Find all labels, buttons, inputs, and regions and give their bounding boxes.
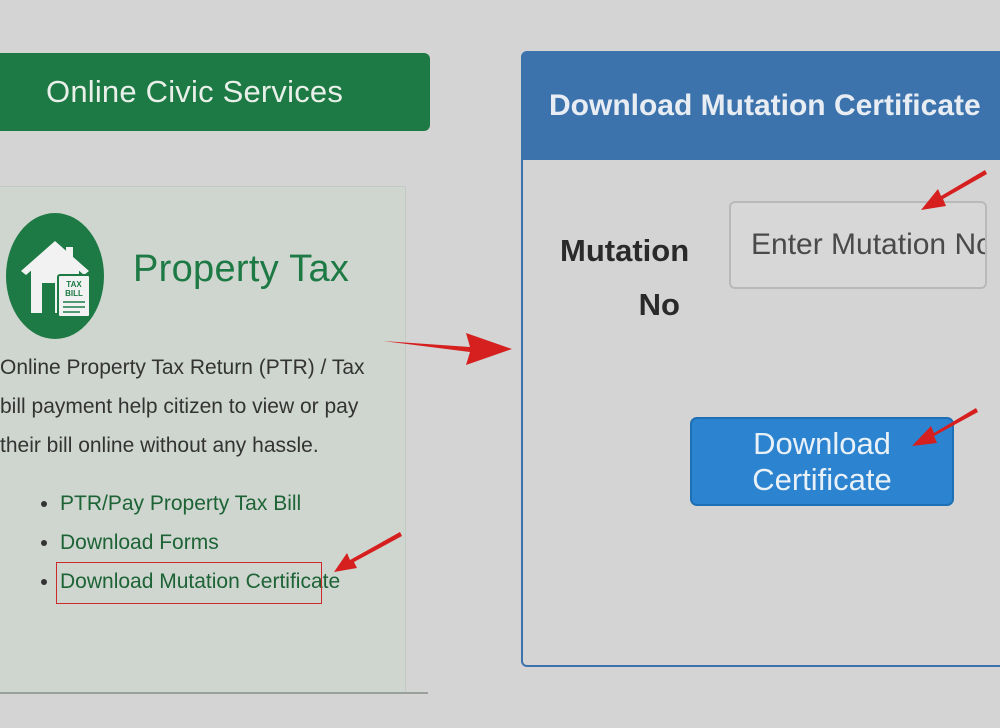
panel-title: Download Mutation Certificate [549,89,981,122]
property-tax-badge: TAX BILL [6,213,104,339]
svg-text:BILL: BILL [65,289,83,298]
mutation-no-input[interactable] [729,201,987,289]
online-civic-services-banner: Online Civic Services [0,53,430,131]
property-tax-description: Online Property Tax Return (PTR) / Tax b… [0,356,365,457]
download-certificate-button[interactable]: Download Certificate [690,417,954,506]
card-divider [0,692,428,694]
panel-header: Download Mutation Certificate [522,52,1000,160]
house-tax-icon: TAX BILL [21,241,91,318]
link-pay-property-tax[interactable]: PTR/Pay Property Tax Bill [60,492,301,515]
property-tax-title: Property Tax [133,248,350,290]
list-item: PTR/Pay Property Tax Bill [60,484,340,523]
highlight-box [56,562,322,604]
svg-text:TAX: TAX [66,280,82,289]
list-item: Download Forms [60,523,340,562]
banner-title: Online Civic Services [46,74,344,109]
link-download-forms[interactable]: Download Forms [60,531,219,554]
mutation-no-label: Mutation No [560,233,690,322]
